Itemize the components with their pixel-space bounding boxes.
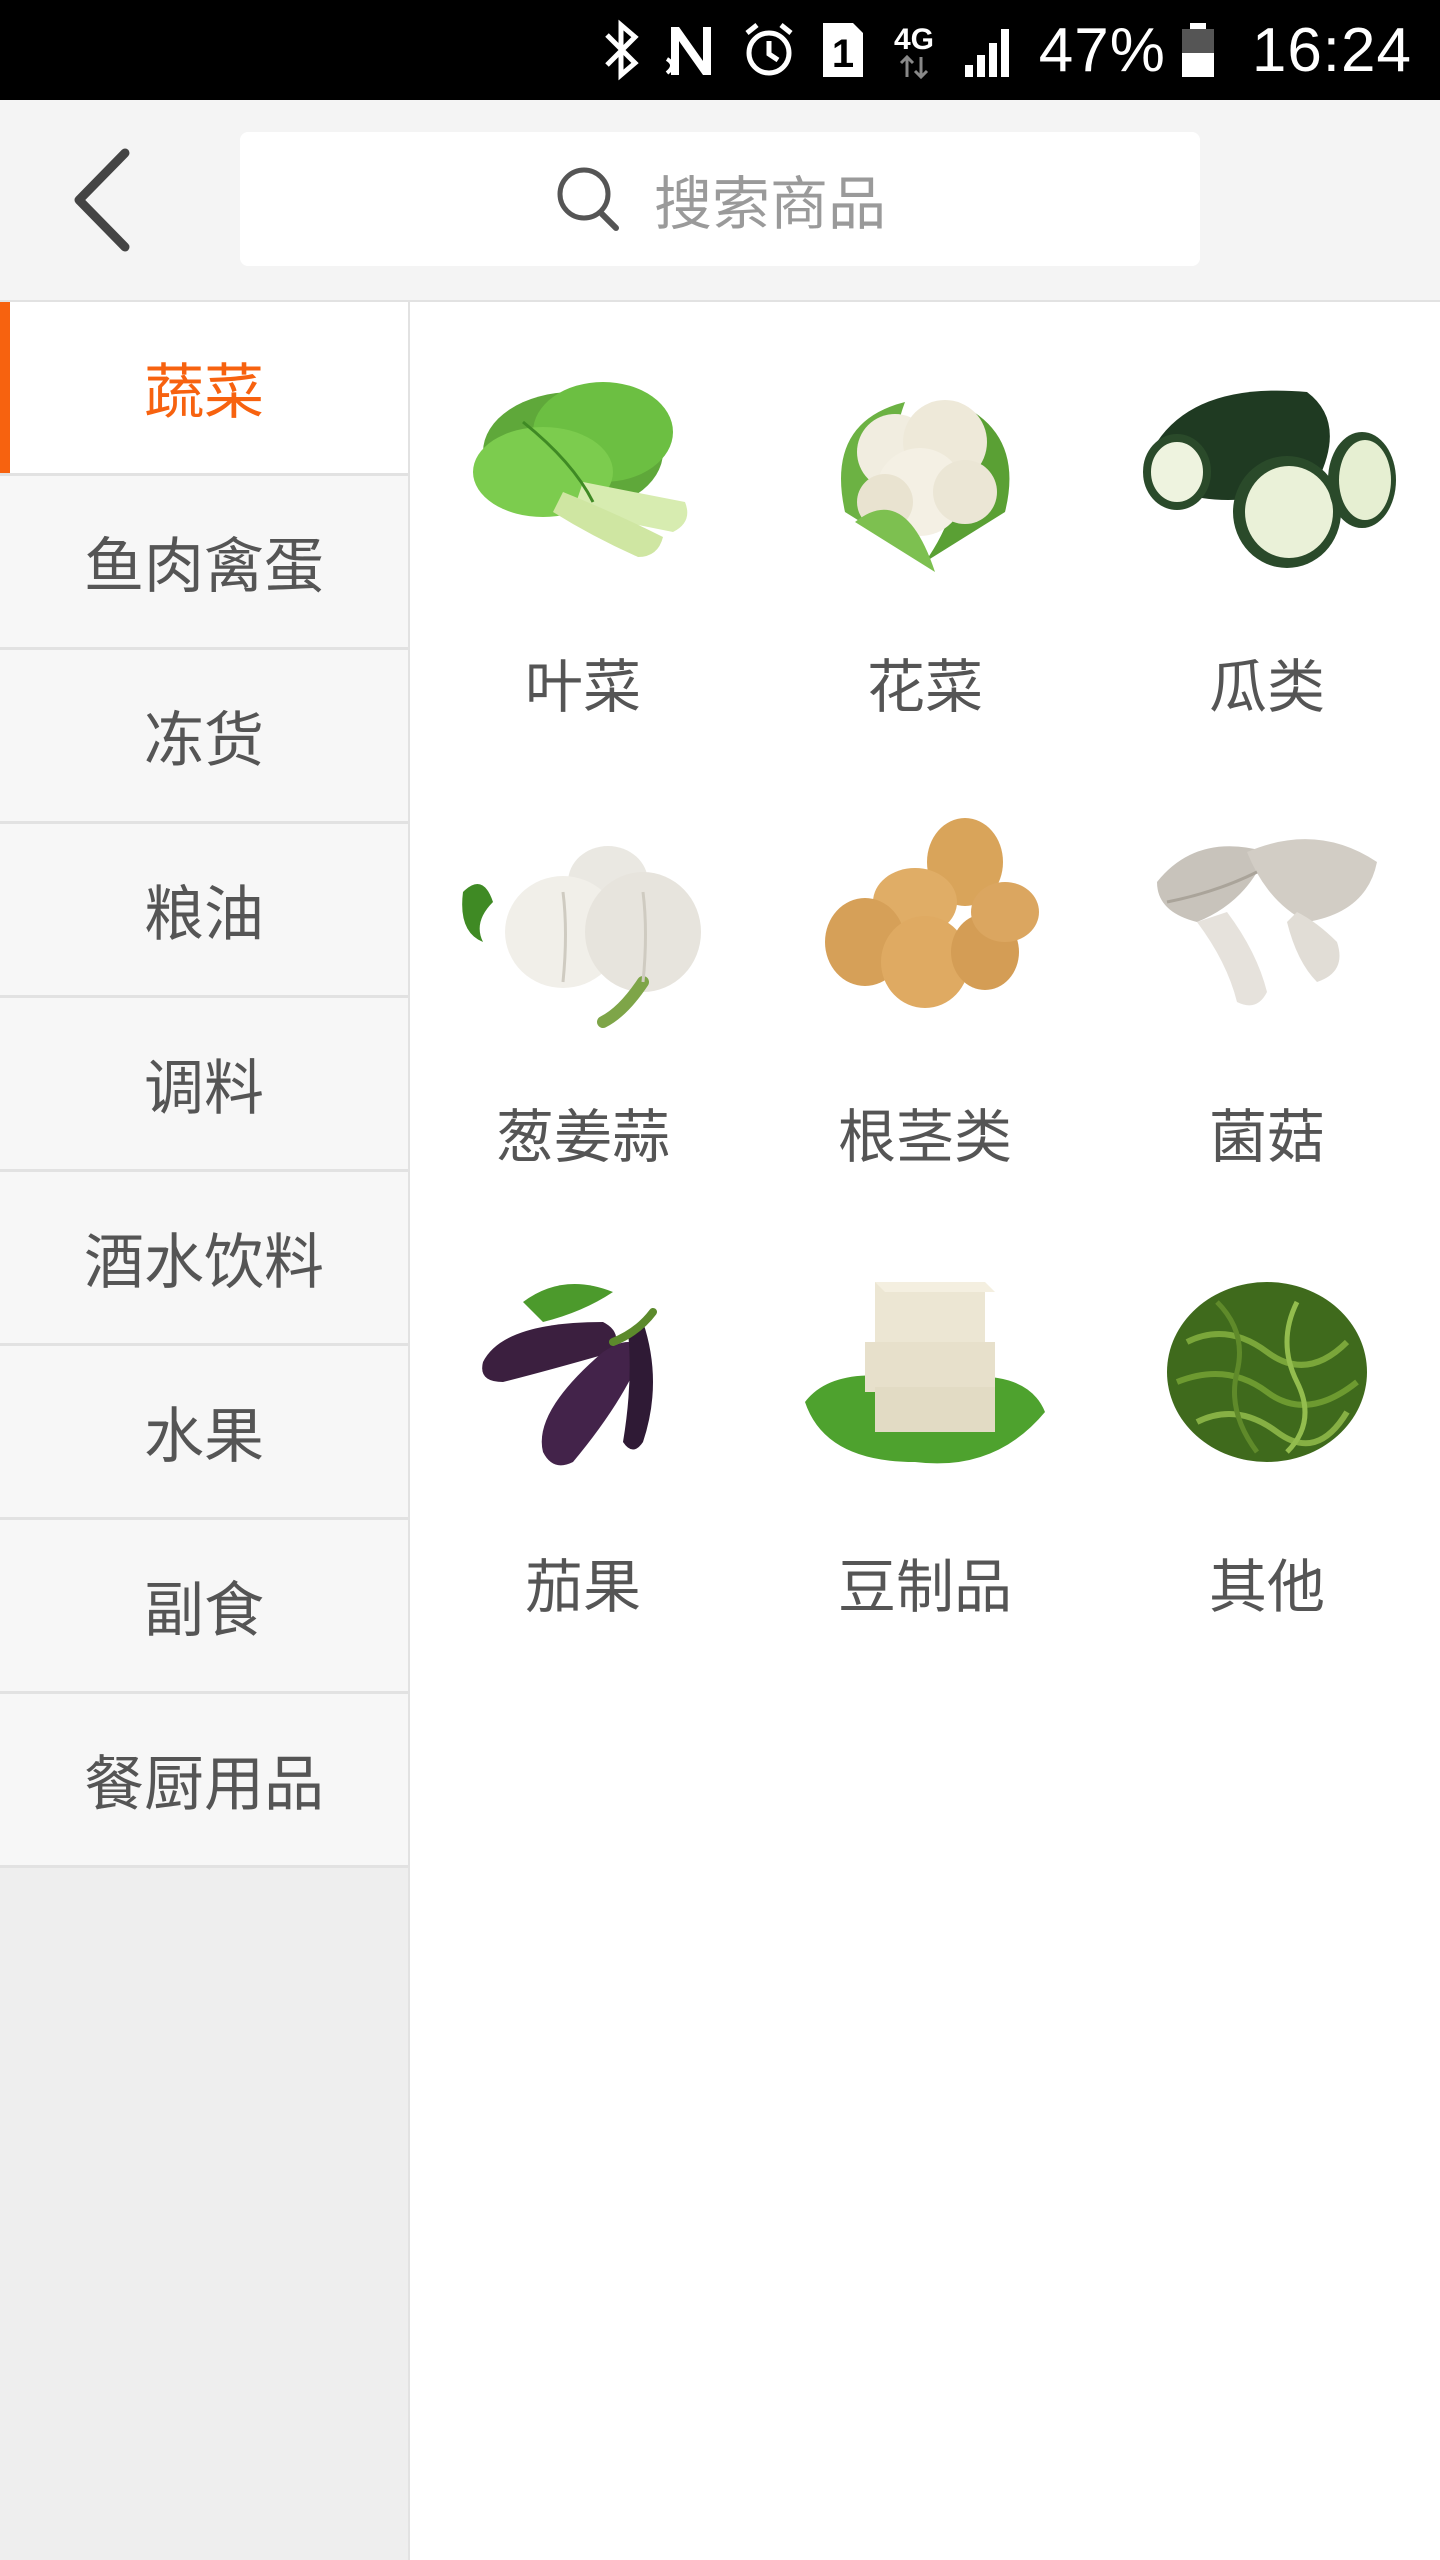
winter-melon-image xyxy=(1137,352,1397,592)
subcategory-leafy-greens[interactable]: 叶菜 xyxy=(413,302,753,752)
back-button[interactable] xyxy=(40,140,160,260)
chevron-left-icon xyxy=(74,148,130,252)
search-input[interactable]: 搜索商品 xyxy=(240,132,1200,266)
sidebar-item-fruit[interactable]: 水果 xyxy=(0,1346,408,1520)
signal-icon xyxy=(961,19,1017,81)
sidebar-item-non-staple[interactable]: 副食 xyxy=(0,1520,408,1694)
subcategory-label: 叶菜 xyxy=(524,653,641,721)
cauliflower-image xyxy=(795,352,1055,592)
sidebar-item-drinks[interactable]: 酒水饮料 xyxy=(0,1172,408,1346)
bluetooth-icon xyxy=(601,19,641,81)
subcategory-roots-tubers[interactable]: 根茎类 xyxy=(755,752,1095,1202)
seaweed-image xyxy=(1137,1252,1397,1492)
sidebar-item-kitchenware[interactable]: 餐厨用品 xyxy=(0,1694,408,1868)
sidebar-item-grain-oil[interactable]: 粮油 xyxy=(0,824,408,998)
subcategory-label: 瓜类 xyxy=(1208,653,1325,721)
subcategory-label: 茄果 xyxy=(524,1553,641,1621)
subcategory-label: 葱姜蒜 xyxy=(495,1103,670,1171)
subcategory-cauliflower[interactable]: 花菜 xyxy=(755,302,1095,752)
subcategory-onion-ginger-garlic[interactable]: 葱姜蒜 xyxy=(413,752,753,1202)
header: 搜索商品 xyxy=(0,100,1440,302)
4g-icon: 4G xyxy=(889,19,939,81)
subcategory-melons[interactable]: 瓜类 xyxy=(1097,302,1437,752)
sim-1-icon: 1 xyxy=(819,19,867,81)
battery-percent: 47% xyxy=(1038,15,1166,85)
clock: 16:24 xyxy=(1251,15,1412,85)
alarm-icon xyxy=(741,19,797,81)
search-placeholder: 搜索商品 xyxy=(653,170,886,238)
subcategory-mushrooms[interactable]: 菌菇 xyxy=(1097,752,1437,1202)
battery-icon xyxy=(1178,19,1218,81)
subcategory-label: 豆制品 xyxy=(837,1553,1012,1621)
search-icon xyxy=(557,167,619,231)
bok-choy-image xyxy=(453,352,713,592)
status-bar: 1 4G 47% 16:24 xyxy=(0,0,1440,100)
sidebar-item-frozen[interactable]: 冻货 xyxy=(0,650,408,824)
eggplant-image xyxy=(453,1252,713,1492)
sidebar-item-meat-poultry-eggs[interactable]: 鱼肉禽蛋 xyxy=(0,476,408,650)
potato-image xyxy=(795,802,1055,1042)
nfc-icon xyxy=(663,19,719,81)
subcategory-label: 花菜 xyxy=(866,653,983,721)
tofu-image xyxy=(795,1252,1055,1492)
sidebar-item-seasoning[interactable]: 调料 xyxy=(0,998,408,1172)
sidebar-item-vegetables[interactable]: 蔬菜 xyxy=(0,302,408,476)
svg-text:1: 1 xyxy=(832,32,854,76)
garlic-image xyxy=(453,802,713,1042)
mushroom-image xyxy=(1137,802,1397,1042)
subcategory-others[interactable]: 其他 xyxy=(1097,1202,1437,1652)
subcategory-label: 根茎类 xyxy=(837,1103,1012,1171)
subcategory-label: 菌菇 xyxy=(1208,1103,1325,1171)
svg-text:4G: 4G xyxy=(894,23,934,56)
category-sidebar: 蔬菜 鱼肉禽蛋 冻货 粮油 调料 酒水饮料 水果 副食 餐厨用品 xyxy=(0,302,410,2560)
subcategory-solanaceous[interactable]: 茄果 xyxy=(413,1202,753,1652)
subcategory-soy-products[interactable]: 豆制品 xyxy=(755,1202,1095,1652)
subcategory-label: 其他 xyxy=(1208,1553,1325,1621)
